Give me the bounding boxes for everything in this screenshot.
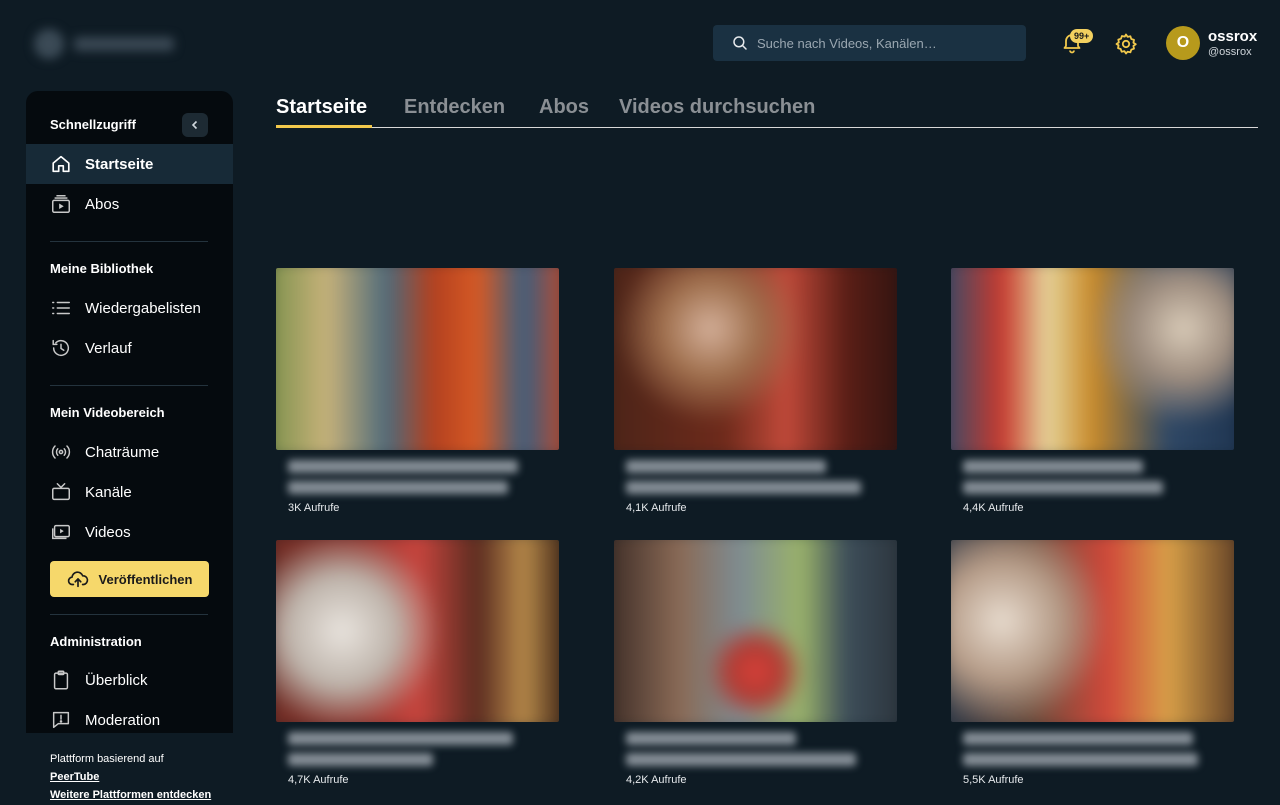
sidebar-divider — [50, 241, 208, 242]
video-thumbnail[interactable] — [951, 268, 1234, 450]
broadcast-icon — [51, 445, 71, 459]
history-icon — [52, 339, 70, 357]
notification-count-badge: 99+ — [1070, 29, 1094, 43]
chevron-left-icon — [191, 120, 198, 130]
sidebar-item-label: Überblick — [85, 671, 148, 689]
sidebar-item-label: Verlauf — [85, 339, 132, 357]
gear-icon — [1115, 33, 1137, 55]
quick-access-heading: Schnellzugriff — [50, 117, 136, 132]
sidebar-divider — [50, 385, 208, 386]
tv-icon — [52, 483, 70, 501]
sidebar-item-kanaele[interactable]: Kanäle — [26, 472, 233, 512]
main-tabs: Startseite Entdecken Abos Videos durchsu… — [276, 96, 1258, 128]
sidebar-item-wiedergabelisten[interactable]: Wiedergabelisten — [26, 288, 233, 328]
video-card[interactable]: 4,7K Aufrufe — [276, 540, 559, 786]
video-card[interactable]: 3K Aufrufe — [276, 268, 559, 514]
tab-abos[interactable]: Abos — [539, 96, 589, 119]
video-views: 4,1K Aufrufe — [626, 502, 687, 514]
sidebar-item-ueberblick[interactable]: Überblick — [26, 660, 233, 700]
search-input[interactable] — [757, 35, 1017, 51]
search-icon — [733, 36, 747, 50]
video-views: 5,5K Aufrufe — [963, 774, 1024, 786]
sidebar-item-chatraeume[interactable]: Chaträume — [26, 432, 233, 472]
video-views: 4,7K Aufrufe — [288, 774, 349, 786]
upload-cloud-icon — [67, 571, 88, 588]
library-heading: Meine Bibliothek — [50, 261, 154, 276]
sidebar-item-label: Startseite — [85, 155, 154, 173]
sidebar-item-startseite[interactable]: Startseite — [26, 144, 233, 184]
sidebar-item-label: Chaträume — [85, 443, 160, 461]
logo-mark — [34, 29, 64, 59]
sidebar-item-label: Moderation — [85, 711, 161, 729]
video-title[interactable] — [276, 460, 559, 494]
video-views: 4,4K Aufrufe — [963, 502, 1024, 514]
sidebar-item-moderation[interactable]: Moderation — [26, 700, 233, 733]
publish-button-label: Veröffentlichen — [98, 571, 193, 587]
active-tab-indicator — [276, 125, 372, 128]
video-thumbnail[interactable] — [276, 268, 559, 450]
tab-startseite[interactable]: Startseite — [276, 96, 367, 119]
sidebar-item-label: Wiedergabelisten — [85, 299, 201, 317]
top-header: 99+ O ossrox @ossrox — [0, 0, 1280, 88]
moderation-icon — [52, 711, 70, 729]
sidebar-item-label: Kanäle — [85, 483, 132, 501]
user-avatar[interactable]: O — [1166, 26, 1200, 60]
publish-button[interactable]: Veröffentlichen — [50, 561, 209, 597]
more-platforms-link[interactable]: Weitere Plattformen entdecken — [50, 786, 211, 804]
video-title[interactable] — [614, 460, 897, 494]
video-thumbnail[interactable] — [276, 540, 559, 722]
sidebar-item-label: Abos — [85, 195, 120, 213]
sidebar-item-verlauf[interactable]: Verlauf — [26, 328, 233, 368]
settings-button[interactable] — [1114, 32, 1138, 56]
sidebar-footer: Plattform basierend auf PeerTube Weitere… — [50, 750, 211, 804]
peertube-link[interactable]: PeerTube — [50, 768, 211, 786]
sidebar-item-abos[interactable]: Abos — [26, 184, 233, 224]
video-title[interactable] — [951, 732, 1234, 766]
sidebar-divider — [50, 614, 208, 615]
user-handle: @ossrox — [1208, 46, 1252, 58]
video-card[interactable]: 4,1K Aufrufe — [614, 268, 897, 514]
video-title[interactable] — [276, 732, 559, 766]
collapse-sidebar-button[interactable] — [182, 113, 208, 137]
sidebar-item-videos[interactable]: Videos — [26, 512, 233, 552]
video-thumbnail[interactable] — [614, 268, 897, 450]
video-views: 4,2K Aufrufe — [626, 774, 687, 786]
video-icon — [52, 524, 70, 540]
sidebar-item-label: Videos — [85, 523, 131, 541]
tab-videos-durchsuchen[interactable]: Videos durchsuchen — [619, 96, 815, 119]
video-thumbnail[interactable] — [614, 540, 897, 722]
clipboard-icon — [53, 670, 69, 690]
playlist-icon — [52, 301, 70, 315]
search-box[interactable] — [713, 25, 1026, 61]
video-views: 3K Aufrufe — [288, 502, 340, 514]
video-thumbnail[interactable] — [951, 540, 1234, 722]
home-icon — [52, 155, 70, 173]
admin-heading: Administration — [50, 634, 142, 649]
platform-logo[interactable] — [34, 28, 186, 60]
footer-text: Plattform basierend auf — [50, 753, 164, 765]
tab-entdecken[interactable]: Entdecken — [404, 96, 505, 119]
user-name[interactable]: ossrox — [1208, 28, 1257, 45]
video-title[interactable] — [614, 732, 897, 766]
subscriptions-icon — [52, 195, 70, 213]
video-card[interactable]: 4,4K Aufrufe — [951, 268, 1234, 514]
video-card[interactable]: 5,5K Aufrufe — [951, 540, 1234, 786]
video-title[interactable] — [951, 460, 1234, 494]
video-card[interactable]: 4,2K Aufrufe — [614, 540, 897, 786]
logo-text — [74, 37, 174, 51]
video-space-heading: Mein Videobereich — [50, 405, 165, 420]
sidebar: Schnellzugriff Startseite Abos Meine Bib… — [26, 91, 233, 733]
